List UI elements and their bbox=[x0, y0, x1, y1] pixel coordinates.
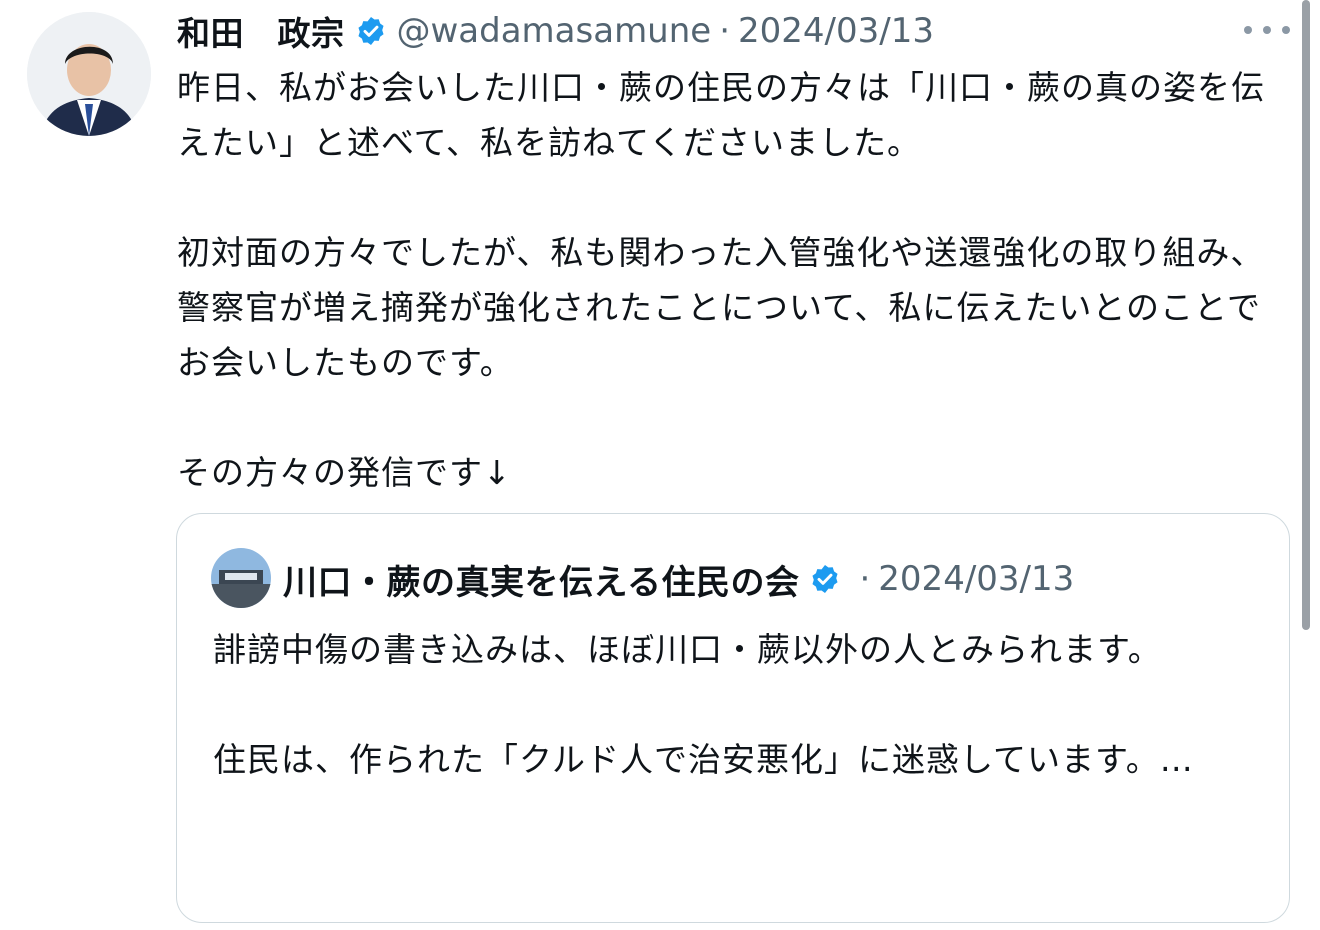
more-options-icon[interactable] bbox=[1244, 19, 1290, 41]
tweet-paragraph: その方々の発信です↓ bbox=[177, 453, 512, 492]
quoted-author-avatar[interactable] bbox=[211, 548, 271, 608]
quoted-paragraph: 住民は、作られた「クルド人で治安悪化」に迷惑しています。… bbox=[213, 740, 1194, 779]
separator-dot: · bbox=[719, 11, 731, 51]
verified-badge-icon bbox=[809, 563, 841, 595]
quoted-paragraph: 誹謗中傷の書き込みは、ほぼ川口・蕨以外の人とみられます。 bbox=[213, 630, 1162, 669]
quoted-tweet-date[interactable]: 2024/03/13 bbox=[878, 559, 1074, 599]
author-avatar[interactable] bbox=[27, 12, 151, 136]
tweet-date[interactable]: 2024/03/13 bbox=[738, 11, 934, 51]
tweet[interactable]: 和田 政宗 @wadamasamune · 2024/03/13 昨日、私がお会… bbox=[0, 0, 1320, 930]
tweet-body: 昨日、私がお会いした川口・蕨の住民の方々は「川口・蕨の真の姿を伝えたい」と述べて… bbox=[177, 60, 1287, 500]
tweet-paragraph: 初対面の方々でしたが、私も関わった入管強化や送還強化の取り組み、警察官が増え摘発… bbox=[177, 233, 1265, 382]
tweet-header: 和田 政宗 @wadamasamune · 2024/03/13 bbox=[177, 6, 934, 56]
author-name[interactable]: 和田 政宗 bbox=[177, 7, 345, 55]
separator-dot: · bbox=[859, 559, 871, 599]
tweet-paragraph: 昨日、私がお会いした川口・蕨の住民の方々は「川口・蕨の真の姿を伝えたい」と述べて… bbox=[177, 68, 1265, 162]
quoted-tweet-card[interactable]: 川口・蕨の真実を伝える住民の会 · 2024/03/13 誹謗中傷の書き込みは、… bbox=[176, 513, 1290, 923]
verified-badge-icon bbox=[355, 15, 387, 47]
quoted-tweet-header: 川口・蕨の真実を伝える住民の会 · 2024/03/13 bbox=[283, 554, 1074, 604]
author-handle[interactable]: @wadamasamune bbox=[397, 11, 712, 51]
quoted-tweet-body: 誹謗中傷の書き込みは、ほぼ川口・蕨以外の人とみられます。 住民は、作られた「クル… bbox=[213, 622, 1253, 787]
scrollbar[interactable] bbox=[1302, 0, 1310, 630]
quoted-author-name[interactable]: 川口・蕨の真実を伝える住民の会 bbox=[283, 555, 799, 604]
